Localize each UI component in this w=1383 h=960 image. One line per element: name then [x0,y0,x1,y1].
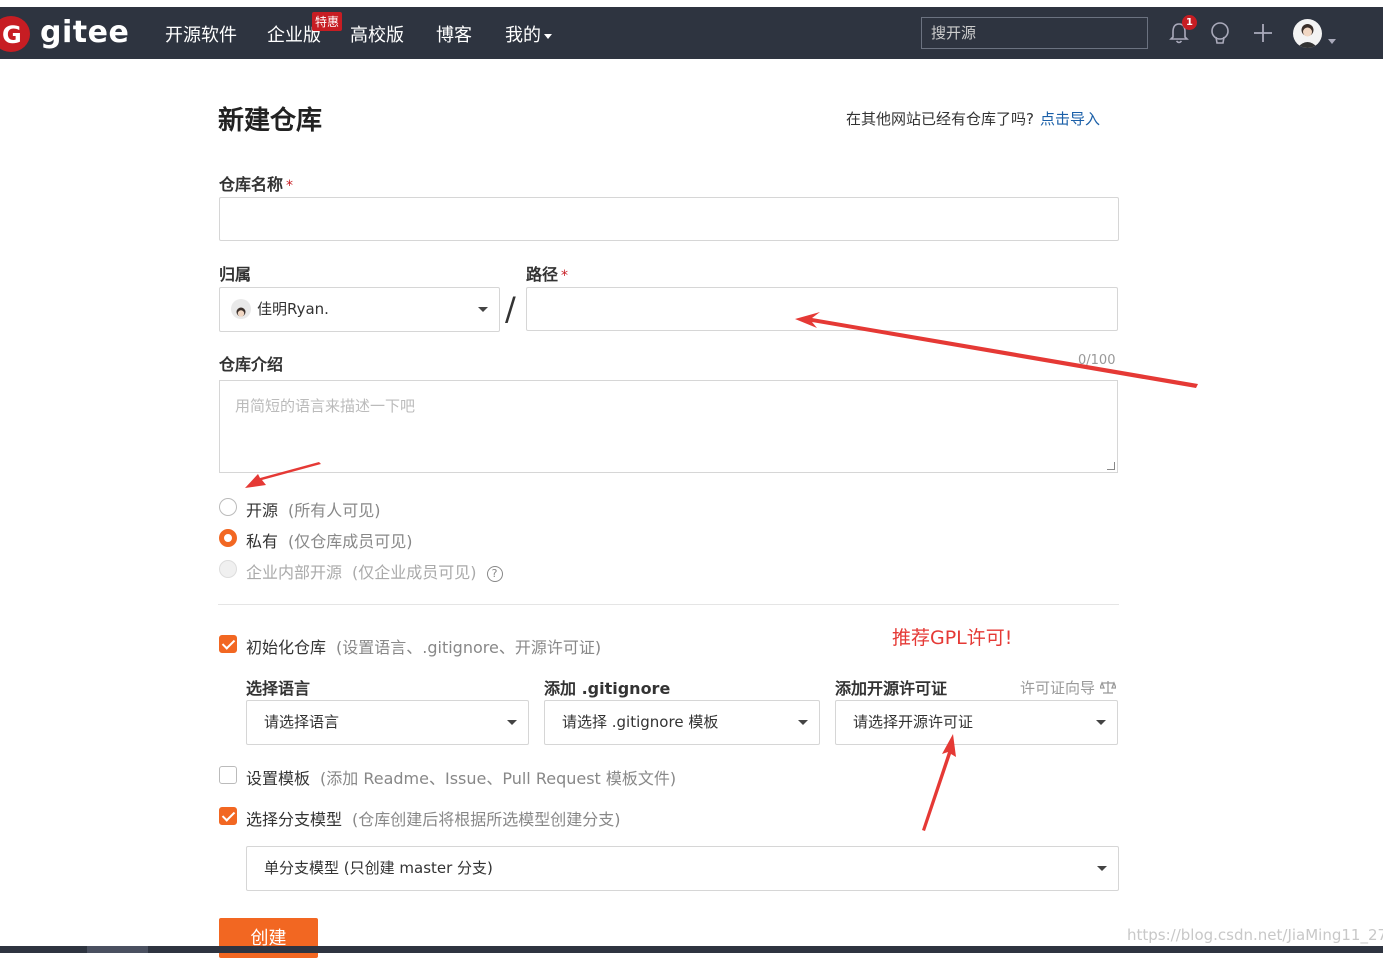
nav-education[interactable]: 高校版 [350,21,404,47]
scale-icon [1098,681,1117,694]
owner-value: 佳明Ryan. [257,300,329,318]
nav-mine-label: 我的 [505,25,541,46]
branch-model-hint: (仓库创建后将根据所选模型创建分支) [352,810,621,829]
help-question-icon[interactable]: ? [486,566,503,582]
description-textarea[interactable]: 用简短的语言来描述一下吧 [219,380,1118,473]
repo-name-label: 仓库名称 * [219,171,293,195]
path-label-text: 路径 [526,265,559,284]
chevron-down-icon [1097,866,1107,871]
notification-count-badge: 1 [1182,15,1197,30]
radio-enterprise-label: 企业内部开源 (仅企业成员可见)? [246,559,503,583]
nav-open-source[interactable]: 开源软件 [165,21,237,47]
path-input[interactable] [526,287,1118,331]
radio-enterprise-text: 企业内部开源 [246,563,343,582]
license-select[interactable]: 请选择开源许可证 [835,700,1118,745]
chevron-down-icon [544,33,552,39]
annotation-arrows [245,312,1198,831]
resize-handle-icon[interactable] [1107,462,1115,470]
license-wizard-link[interactable]: 许可证向导 [1020,677,1117,698]
radio-public-hint: (所有人可见) [288,501,381,520]
license-label: 添加开源许可证 [835,679,948,698]
language-select-value: 请选择语言 [264,713,340,731]
chevron-down-icon [798,720,808,725]
radio-public-text: 开源 [246,501,279,520]
description-placeholder: 用简短的语言来描述一下吧 [235,397,416,415]
top-navbar: G gitee 开源软件 企业版 特惠 高校版 博客 我的 搜开源 1 [0,7,1383,59]
import-prompt: 在其他网站已经有仓库了吗? 点击导入 [846,108,1100,129]
owner-select[interactable]: 佳明Ryan. [219,287,500,332]
annotation-arrow-license [922,734,956,831]
gitignore-label: 添加 .gitignore [544,679,671,698]
language-label: 选择语言 [246,679,311,698]
gitignore-select-value: 请选择 .gitignore 模板 [562,713,719,731]
description-label: 仓库介绍 [219,355,284,374]
template-text: 设置模板 [246,769,311,788]
template-checkbox[interactable] [219,766,237,784]
branch-model-value: 单分支模型 (只创建 master 分支) [264,859,493,877]
owner-label: 归属 [219,265,252,284]
bottom-taskbar [0,946,1383,953]
search-input[interactable]: 搜开源 [921,17,1148,49]
radio-public[interactable] [219,498,237,516]
license-select-value: 请选择开源许可证 [853,713,974,731]
gitee-logo-icon[interactable]: G [0,16,30,52]
radio-private[interactable] [219,529,237,547]
radio-private-hint: (仅仓库成员可见) [288,532,413,551]
description-counter: 0/100 [1078,353,1116,368]
init-repo-text: 初始化仓库 [246,638,327,657]
init-repo-checkbox[interactable] [219,635,237,653]
owner-avatar [231,299,251,319]
init-repo-label[interactable]: 初始化仓库 (设置语言、.gitignore、开源许可证) [246,634,601,658]
required-mark: * [286,178,294,194]
branch-model-checkbox[interactable] [219,807,237,825]
gitignore-select[interactable]: 请选择 .gitignore 模板 [544,700,820,745]
template-label[interactable]: 设置模板 (添加 Readme、Issue、Pull Request 模板文件) [246,765,676,789]
radio-enterprise-hint: (仅企业成员可见) [352,563,477,582]
radio-private-text: 私有 [246,532,279,551]
page-title: 新建仓库 [218,106,323,136]
chevron-down-icon[interactable] [1325,31,1336,50]
branch-model-label[interactable]: 选择分支模型 (仓库创建后将根据所选模型创建分支) [246,806,621,830]
window-top-strip [0,0,1383,7]
radio-enterprise [219,560,237,578]
language-select[interactable]: 请选择语言 [246,700,529,745]
repo-name-label-text: 仓库名称 [219,175,284,194]
nav-blog[interactable]: 博客 [436,21,472,47]
lightbulb-icon[interactable] [1209,21,1231,51]
branch-model-select[interactable]: 单分支模型 (只创建 master 分支) [246,846,1119,891]
chevron-down-icon [1096,720,1106,725]
hot-badge: 特惠 [312,12,343,31]
repo-name-input[interactable] [219,197,1119,241]
import-question: 在其他网站已经有仓库了吗? [846,110,1034,128]
required-mark: * [561,268,569,284]
plus-icon[interactable] [1252,21,1274,49]
radio-public-label[interactable]: 开源 (所有人可见) [246,497,381,521]
user-avatar[interactable] [1293,19,1322,48]
gitee-logo-text[interactable]: gitee [40,15,129,50]
watermark: https://blog.csdn.net/JiaMing11_27 [1127,926,1383,944]
path-label: 路径 * [526,261,568,285]
template-hint: (添加 Readme、Issue、Pull Request 模板文件) [320,769,677,788]
chevron-down-icon [507,720,517,725]
path-separator: / [505,290,516,328]
taskbar-tab[interactable] [87,946,148,953]
license-wizard-text: 许可证向导 [1020,679,1096,697]
radio-private-label[interactable]: 私有 (仅仓库成员可见) [246,528,413,552]
section-divider [218,604,1119,605]
init-repo-hint: (设置语言、.gitignore、开源许可证) [336,638,602,657]
annotation-note: 推荐GPL许可! [892,627,1013,649]
branch-model-text: 选择分支模型 [246,810,343,829]
chevron-down-icon [478,307,488,312]
nav-mine[interactable]: 我的 [505,21,552,47]
import-link[interactable]: 点击导入 [1040,110,1100,128]
